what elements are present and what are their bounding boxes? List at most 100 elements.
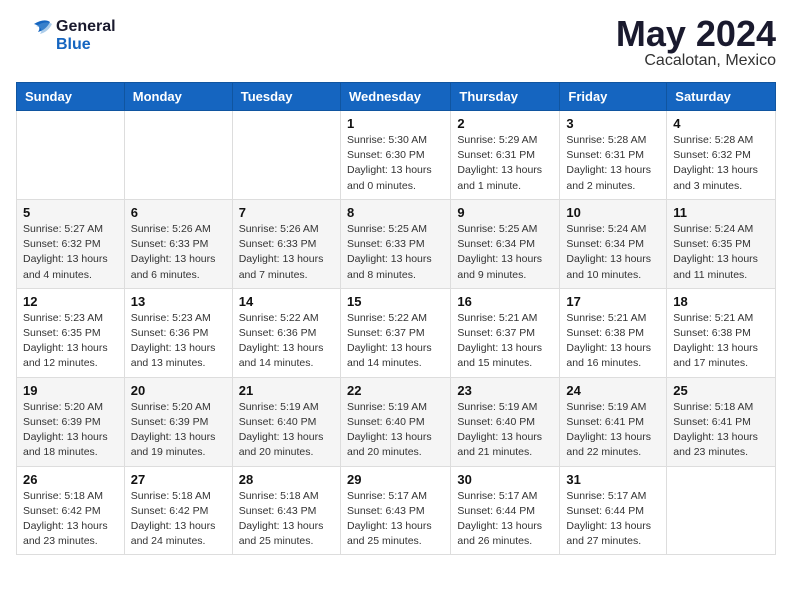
calendar-cell: 4 Sunrise: 5:28 AM Sunset: 6:32 PM Dayli… bbox=[667, 111, 776, 200]
sunset-text: Sunset: 6:34 PM bbox=[457, 238, 535, 250]
sunset-text: Sunset: 6:43 PM bbox=[347, 505, 425, 517]
day-number: 21 bbox=[239, 383, 334, 398]
calendar-cell: 17 Sunrise: 5:21 AM Sunset: 6:38 PM Dayl… bbox=[560, 288, 667, 377]
day-number: 25 bbox=[673, 383, 769, 398]
day-number: 16 bbox=[457, 294, 553, 309]
day-info: Sunrise: 5:18 AM Sunset: 6:41 PM Dayligh… bbox=[673, 400, 769, 461]
calendar-cell bbox=[232, 111, 340, 200]
sunrise-text: Sunrise: 5:18 AM bbox=[673, 401, 753, 413]
day-info: Sunrise: 5:17 AM Sunset: 6:44 PM Dayligh… bbox=[457, 489, 553, 550]
day-info: Sunrise: 5:21 AM Sunset: 6:37 PM Dayligh… bbox=[457, 311, 553, 372]
calendar-cell: 26 Sunrise: 5:18 AM Sunset: 6:42 PM Dayl… bbox=[17, 466, 125, 555]
calendar-cell: 31 Sunrise: 5:17 AM Sunset: 6:44 PM Dayl… bbox=[560, 466, 667, 555]
daylight-text: Daylight: 13 hours and 14 minutes. bbox=[347, 342, 432, 369]
daylight-text: Daylight: 13 hours and 18 minutes. bbox=[23, 431, 108, 458]
day-number: 22 bbox=[347, 383, 444, 398]
sunrise-text: Sunrise: 5:26 AM bbox=[239, 223, 319, 235]
weekday-header-row: SundayMondayTuesdayWednesdayThursdayFrid… bbox=[17, 83, 776, 111]
calendar-cell: 29 Sunrise: 5:17 AM Sunset: 6:43 PM Dayl… bbox=[340, 466, 450, 555]
calendar-week-row: 1 Sunrise: 5:30 AM Sunset: 6:30 PM Dayli… bbox=[17, 111, 776, 200]
daylight-text: Daylight: 13 hours and 20 minutes. bbox=[347, 431, 432, 458]
sunset-text: Sunset: 6:37 PM bbox=[347, 327, 425, 339]
weekday-header-wednesday: Wednesday bbox=[340, 83, 450, 111]
day-info: Sunrise: 5:25 AM Sunset: 6:34 PM Dayligh… bbox=[457, 222, 553, 283]
day-info: Sunrise: 5:20 AM Sunset: 6:39 PM Dayligh… bbox=[131, 400, 226, 461]
day-number: 17 bbox=[566, 294, 660, 309]
day-number: 1 bbox=[347, 116, 444, 131]
sunset-text: Sunset: 6:31 PM bbox=[566, 149, 644, 161]
sunset-text: Sunset: 6:34 PM bbox=[566, 238, 644, 250]
calendar-cell: 30 Sunrise: 5:17 AM Sunset: 6:44 PM Dayl… bbox=[451, 466, 560, 555]
sunset-text: Sunset: 6:39 PM bbox=[131, 416, 209, 428]
sunrise-text: Sunrise: 5:23 AM bbox=[131, 312, 211, 324]
day-number: 7 bbox=[239, 205, 334, 220]
calendar-week-row: 5 Sunrise: 5:27 AM Sunset: 6:32 PM Dayli… bbox=[17, 199, 776, 288]
sunset-text: Sunset: 6:31 PM bbox=[457, 149, 535, 161]
sunset-text: Sunset: 6:44 PM bbox=[457, 505, 535, 517]
day-info: Sunrise: 5:23 AM Sunset: 6:35 PM Dayligh… bbox=[23, 311, 118, 372]
calendar-cell: 22 Sunrise: 5:19 AM Sunset: 6:40 PM Dayl… bbox=[340, 377, 450, 466]
sunset-text: Sunset: 6:40 PM bbox=[239, 416, 317, 428]
daylight-text: Daylight: 13 hours and 2 minutes. bbox=[566, 164, 651, 191]
daylight-text: Daylight: 13 hours and 19 minutes. bbox=[131, 431, 216, 458]
sunrise-text: Sunrise: 5:27 AM bbox=[23, 223, 103, 235]
logo-container: General Blue bbox=[16, 16, 116, 56]
sunset-text: Sunset: 6:41 PM bbox=[673, 416, 751, 428]
day-number: 28 bbox=[239, 472, 334, 487]
daylight-text: Daylight: 13 hours and 20 minutes. bbox=[239, 431, 324, 458]
weekday-header-saturday: Saturday bbox=[667, 83, 776, 111]
weekday-header-tuesday: Tuesday bbox=[232, 83, 340, 111]
sunrise-text: Sunrise: 5:28 AM bbox=[566, 134, 646, 146]
logo-text: General Blue bbox=[56, 18, 116, 53]
daylight-text: Daylight: 13 hours and 17 minutes. bbox=[673, 342, 758, 369]
day-info: Sunrise: 5:23 AM Sunset: 6:36 PM Dayligh… bbox=[131, 311, 226, 372]
day-number: 26 bbox=[23, 472, 118, 487]
calendar-cell: 5 Sunrise: 5:27 AM Sunset: 6:32 PM Dayli… bbox=[17, 199, 125, 288]
calendar-cell: 2 Sunrise: 5:29 AM Sunset: 6:31 PM Dayli… bbox=[451, 111, 560, 200]
sunrise-text: Sunrise: 5:25 AM bbox=[457, 223, 537, 235]
sunrise-text: Sunrise: 5:24 AM bbox=[673, 223, 753, 235]
sunrise-text: Sunrise: 5:24 AM bbox=[566, 223, 646, 235]
calendar-cell: 19 Sunrise: 5:20 AM Sunset: 6:39 PM Dayl… bbox=[17, 377, 125, 466]
calendar-cell: 20 Sunrise: 5:20 AM Sunset: 6:39 PM Dayl… bbox=[124, 377, 232, 466]
daylight-text: Daylight: 13 hours and 12 minutes. bbox=[23, 342, 108, 369]
sunset-text: Sunset: 6:32 PM bbox=[673, 149, 751, 161]
sunrise-text: Sunrise: 5:19 AM bbox=[239, 401, 319, 413]
weekday-header-thursday: Thursday bbox=[451, 83, 560, 111]
calendar-cell: 18 Sunrise: 5:21 AM Sunset: 6:38 PM Dayl… bbox=[667, 288, 776, 377]
sunset-text: Sunset: 6:33 PM bbox=[347, 238, 425, 250]
sunset-text: Sunset: 6:30 PM bbox=[347, 149, 425, 161]
day-number: 5 bbox=[23, 205, 118, 220]
day-info: Sunrise: 5:20 AM Sunset: 6:39 PM Dayligh… bbox=[23, 400, 118, 461]
calendar-cell: 23 Sunrise: 5:19 AM Sunset: 6:40 PM Dayl… bbox=[451, 377, 560, 466]
sunset-text: Sunset: 6:36 PM bbox=[131, 327, 209, 339]
sunset-text: Sunset: 6:44 PM bbox=[566, 505, 644, 517]
daylight-text: Daylight: 13 hours and 13 minutes. bbox=[131, 342, 216, 369]
sunrise-text: Sunrise: 5:25 AM bbox=[347, 223, 427, 235]
day-number: 12 bbox=[23, 294, 118, 309]
logo: General Blue bbox=[16, 16, 116, 56]
sunrise-text: Sunrise: 5:22 AM bbox=[239, 312, 319, 324]
sunrise-text: Sunrise: 5:19 AM bbox=[457, 401, 537, 413]
day-info: Sunrise: 5:28 AM Sunset: 6:32 PM Dayligh… bbox=[673, 133, 769, 194]
daylight-text: Daylight: 13 hours and 8 minutes. bbox=[347, 253, 432, 280]
day-info: Sunrise: 5:19 AM Sunset: 6:40 PM Dayligh… bbox=[347, 400, 444, 461]
daylight-text: Daylight: 13 hours and 23 minutes. bbox=[23, 520, 108, 547]
calendar-cell: 24 Sunrise: 5:19 AM Sunset: 6:41 PM Dayl… bbox=[560, 377, 667, 466]
day-info: Sunrise: 5:22 AM Sunset: 6:36 PM Dayligh… bbox=[239, 311, 334, 372]
daylight-text: Daylight: 13 hours and 16 minutes. bbox=[566, 342, 651, 369]
day-number: 31 bbox=[566, 472, 660, 487]
weekday-header-sunday: Sunday bbox=[17, 83, 125, 111]
sunset-text: Sunset: 6:35 PM bbox=[23, 327, 101, 339]
day-number: 13 bbox=[131, 294, 226, 309]
calendar-cell: 8 Sunrise: 5:25 AM Sunset: 6:33 PM Dayli… bbox=[340, 199, 450, 288]
daylight-text: Daylight: 13 hours and 26 minutes. bbox=[457, 520, 542, 547]
day-number: 24 bbox=[566, 383, 660, 398]
sunset-text: Sunset: 6:40 PM bbox=[347, 416, 425, 428]
sunset-text: Sunset: 6:38 PM bbox=[566, 327, 644, 339]
sunrise-text: Sunrise: 5:19 AM bbox=[566, 401, 646, 413]
daylight-text: Daylight: 13 hours and 14 minutes. bbox=[239, 342, 324, 369]
daylight-text: Daylight: 13 hours and 21 minutes. bbox=[457, 431, 542, 458]
sunrise-text: Sunrise: 5:28 AM bbox=[673, 134, 753, 146]
day-info: Sunrise: 5:17 AM Sunset: 6:43 PM Dayligh… bbox=[347, 489, 444, 550]
